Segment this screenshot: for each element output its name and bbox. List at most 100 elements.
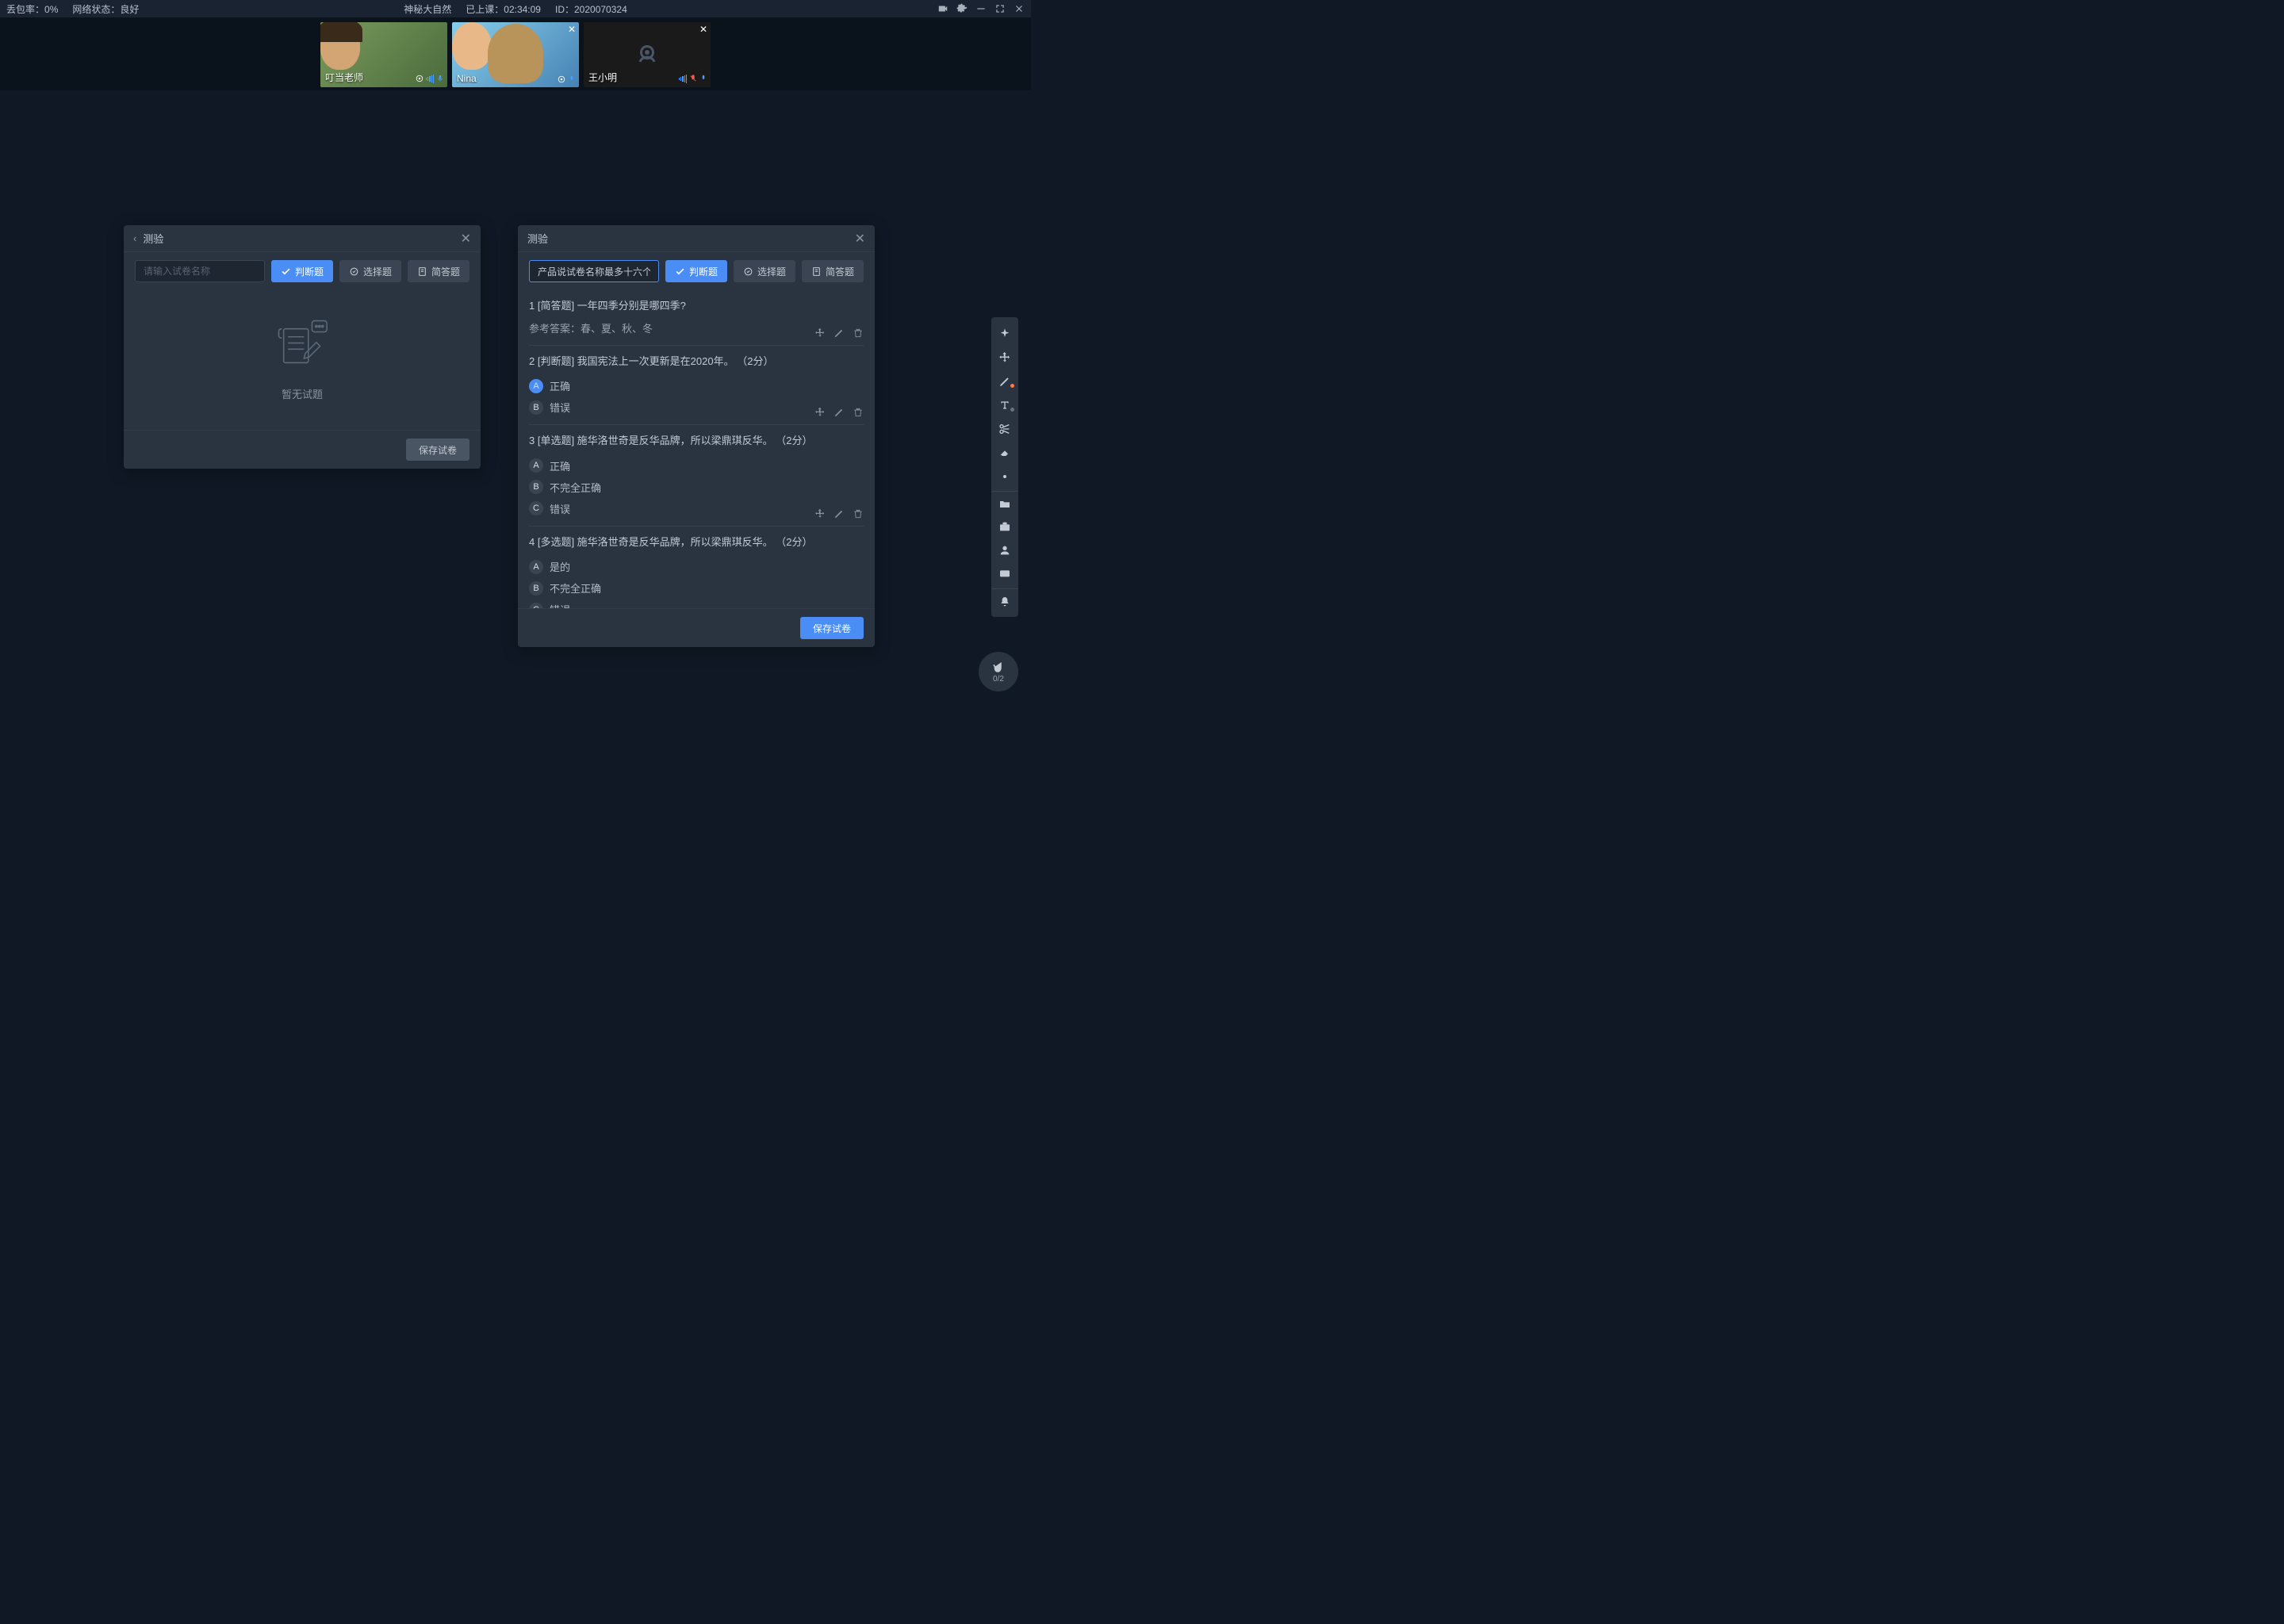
type-short-button[interactable]: 简答题	[802, 260, 864, 282]
pen-tool[interactable]	[991, 370, 1018, 393]
camera-icon[interactable]	[937, 3, 948, 14]
save-button[interactable]: 保存试卷	[800, 617, 864, 639]
video-tile-student[interactable]: ✕ Nina	[452, 22, 579, 87]
back-icon[interactable]: ‹	[133, 232, 136, 244]
question-item: 2 [判断题] 我国宪法上一次更新是在2020年。 （2分） A 正确 B 错误	[529, 346, 864, 426]
mic-icon	[568, 75, 576, 84]
option-text: 不完全正确	[550, 480, 601, 495]
question-option[interactable]: B 不完全正确	[529, 477, 864, 498]
panel-title: 测验	[143, 231, 163, 246]
toolbox-tool[interactable]	[991, 515, 1018, 538]
question-title: 3 [单选题] 施华洛世奇是反华品牌，所以梁鼎琪反华。 （2分）	[529, 433, 864, 449]
quiz-name-input[interactable]	[135, 260, 265, 282]
mic-icon	[699, 74, 707, 83]
edit-icon[interactable]	[834, 407, 845, 418]
hand-count: 0/2	[993, 675, 1004, 684]
edit-icon[interactable]	[834, 508, 845, 519]
fullscreen-icon[interactable]	[994, 3, 1006, 14]
delete-icon[interactable]	[853, 407, 864, 418]
delete-icon[interactable]	[853, 327, 864, 339]
scissors-tool[interactable]	[991, 417, 1018, 441]
eraser-tool[interactable]	[991, 441, 1018, 465]
video-tile-teacher[interactable]: 叮当老师	[320, 22, 447, 87]
question-item: 1 [简答题] 一年四季分别是哪四季?参考答案：春、夏、秋、冬	[529, 290, 864, 346]
type-tf-button[interactable]: 判断题	[271, 260, 333, 282]
close-icon[interactable]: ✕	[568, 24, 576, 35]
reference-answer: 参考答案：春、夏、秋、冬	[529, 320, 864, 335]
participant-name: Nina	[457, 73, 477, 84]
brightness-tool[interactable]	[991, 465, 1018, 488]
option-letter: A	[529, 458, 543, 473]
question-item: 3 [单选题] 施华洛世奇是反华品牌，所以梁鼎琪反华。 （2分） A 正确 B 不完全正…	[529, 425, 864, 527]
participant-name: 王小明	[588, 71, 617, 84]
option-letter: B	[529, 480, 543, 494]
question-option[interactable]: A是的	[529, 556, 864, 577]
close-icon[interactable]	[1014, 3, 1025, 14]
option-text: 错误	[550, 602, 570, 608]
question-option[interactable]: B 错误	[529, 396, 864, 418]
bell-tool[interactable]	[991, 588, 1018, 612]
question-option[interactable]: C 错误	[529, 498, 864, 519]
target-icon	[558, 75, 565, 84]
option-letter: A	[529, 560, 543, 574]
move-tool[interactable]	[991, 346, 1018, 370]
quiz-panel-filled: 测验 ✕ 判断题 选择题 简答题 1 [简答题] 一年四季分别是哪四季?参考答案…	[518, 225, 875, 647]
user-tool[interactable]	[991, 538, 1018, 562]
mic-icon	[436, 74, 444, 83]
video-strip: 叮当老师 ✕ Nina ✕ 王小明	[0, 17, 1031, 90]
quiz-name-input[interactable]	[529, 260, 659, 282]
panel-title: 测验	[527, 231, 548, 246]
option-text: 错误	[550, 501, 570, 516]
minimize-icon[interactable]	[975, 3, 987, 14]
camera-off-icon	[633, 40, 661, 69]
empty-text: 暂无试题	[282, 386, 323, 401]
question-option[interactable]: A 正确	[529, 375, 864, 396]
option-text: 正确	[550, 378, 570, 393]
option-text: 正确	[550, 458, 570, 473]
signal-icon	[679, 73, 687, 84]
delete-icon[interactable]	[853, 508, 864, 519]
question-item: 4 [多选题] 施华洛世奇是反华品牌，所以梁鼎琪反华。 （2分）A是的B不完全正…	[529, 527, 864, 609]
question-option[interactable]: B不完全正确	[529, 577, 864, 599]
move-icon[interactable]	[814, 508, 826, 519]
close-icon[interactable]: ✕	[855, 231, 865, 247]
participant-name: 叮当老师	[325, 71, 363, 84]
save-button[interactable]: 保存试卷	[406, 439, 469, 461]
type-short-button[interactable]: 简答题	[408, 260, 469, 282]
option-letter: A	[529, 379, 543, 393]
target-icon	[416, 74, 423, 83]
option-letter: C	[529, 501, 543, 515]
question-list[interactable]: 1 [简答题] 一年四季分别是哪四季?参考答案：春、夏、秋、冬 2 [判断题] …	[518, 290, 875, 608]
session-id: ID：2020070324	[555, 2, 627, 16]
edit-icon[interactable]	[834, 327, 845, 339]
type-choice-button[interactable]: 选择题	[734, 260, 795, 282]
chat-tool[interactable]	[991, 562, 1018, 586]
quiz-panel-empty: ‹ 测验 ✕ 判断题 选择题 简答题 暂无试题 保存试卷	[124, 225, 481, 469]
type-choice-button[interactable]: 选择题	[339, 260, 401, 282]
move-icon[interactable]	[814, 327, 826, 339]
move-icon[interactable]	[814, 407, 826, 418]
option-text: 错误	[550, 400, 570, 415]
option-letter: B	[529, 400, 543, 415]
raise-hand-button[interactable]: 0/2	[979, 652, 1018, 691]
option-letter: B	[529, 581, 543, 596]
elapsed-time: 已上课：02:34:09	[466, 2, 541, 16]
question-title: 2 [判断题] 我国宪法上一次更新是在2020年。 （2分）	[529, 354, 864, 370]
close-icon[interactable]: ✕	[699, 24, 707, 35]
top-bar: 丢包率：0% 网络状态：良好 神秘大自然 已上课：02:34:09 ID：202…	[0, 0, 1031, 17]
close-icon[interactable]: ✕	[461, 231, 471, 247]
question-option[interactable]: C 错误	[529, 599, 864, 608]
text-tool[interactable]	[991, 393, 1018, 417]
folder-tool[interactable]	[991, 491, 1018, 515]
empty-quiz-icon	[270, 320, 334, 375]
type-tf-button[interactable]: 判断题	[665, 260, 727, 282]
network-status: 网络状态：良好	[72, 2, 139, 16]
option-letter: C	[529, 603, 543, 609]
cursor-tool[interactable]	[991, 322, 1018, 346]
packet-loss: 丢包率：0%	[6, 2, 58, 16]
hand-icon	[991, 660, 1006, 674]
signal-icon	[426, 73, 434, 84]
gear-icon[interactable]	[956, 3, 968, 14]
video-tile-student[interactable]: ✕ 王小明	[584, 22, 711, 87]
question-option[interactable]: A 正确	[529, 455, 864, 477]
